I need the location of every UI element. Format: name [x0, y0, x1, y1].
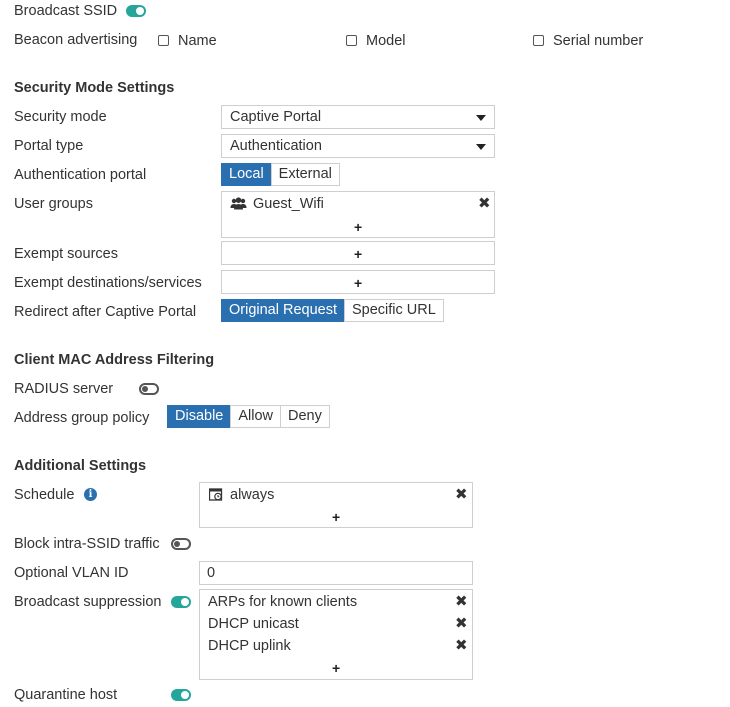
suppression-item: DHCP uplink: [208, 638, 291, 654]
policy-deny-button[interactable]: Deny: [280, 405, 330, 428]
mac-filtering-section-heading: Client MAC Address Filtering: [14, 352, 215, 368]
portal-type-select[interactable]: Authentication: [221, 134, 495, 158]
schedule-icon: [209, 488, 223, 501]
chevron-down-icon: [476, 144, 486, 150]
schedule-item: always: [230, 487, 275, 503]
radius-server-toggle[interactable]: [139, 383, 159, 395]
beacon-model-label: Model: [366, 33, 406, 49]
quarantine-host-toggle[interactable]: [171, 689, 191, 701]
broadcast-ssid-toggle[interactable]: [126, 5, 146, 17]
broadcast-suppression-field[interactable]: ARPs for known clients ✖ DHCP unicast ✖ …: [199, 589, 473, 680]
beacon-model-checkbox[interactable]: [346, 35, 357, 46]
redirect-specific-url-button[interactable]: Specific URL: [344, 299, 444, 322]
broadcast-ssid-label: Broadcast SSID: [14, 3, 118, 19]
add-exempt-source-button[interactable]: +: [354, 247, 362, 261]
vlan-id-label: Optional VLAN ID: [14, 565, 129, 581]
schedule-label: Schedule: [14, 487, 75, 503]
vlan-id-input[interactable]: 0: [199, 561, 473, 585]
beacon-name-label: Name: [178, 33, 217, 49]
close-icon[interactable]: ✖: [455, 638, 468, 653]
add-schedule-button[interactable]: +: [332, 510, 340, 524]
auth-portal-toggle-group: Local External: [221, 163, 340, 186]
quarantine-host-label: Quarantine host: [14, 687, 118, 703]
policy-disable-button[interactable]: Disable: [167, 405, 232, 428]
exempt-sources-label: Exempt sources: [14, 246, 118, 262]
users-icon: [230, 197, 247, 210]
security-mode-label: Security mode: [14, 109, 107, 125]
security-mode-select[interactable]: Captive Portal: [221, 105, 495, 129]
portal-type-value: Authentication: [230, 138, 322, 154]
close-icon[interactable]: ✖: [455, 487, 468, 502]
auth-portal-local-button[interactable]: Local: [221, 163, 272, 186]
beacon-name-checkbox[interactable]: [158, 35, 169, 46]
suppression-item: ARPs for known clients: [208, 594, 358, 610]
info-icon[interactable]: i: [84, 488, 97, 501]
schedule-field[interactable]: always ✖ +: [199, 482, 473, 528]
radius-server-label: RADIUS server: [14, 381, 114, 397]
beacon-advertising-label: Beacon advertising: [14, 32, 138, 48]
exempt-destinations-field[interactable]: +: [221, 270, 495, 294]
redirect-original-request-button[interactable]: Original Request: [221, 299, 345, 322]
close-icon[interactable]: ✖: [478, 196, 491, 211]
broadcast-suppression-toggle[interactable]: [171, 596, 191, 608]
close-icon[interactable]: ✖: [455, 594, 468, 609]
auth-portal-label: Authentication portal: [14, 167, 147, 183]
user-groups-field[interactable]: Guest_Wifi ✖ +: [221, 191, 495, 238]
redirect-label: Redirect after Captive Portal: [14, 304, 197, 320]
close-icon[interactable]: ✖: [455, 616, 468, 631]
policy-allow-button[interactable]: Allow: [230, 405, 282, 428]
exempt-sources-field[interactable]: +: [221, 241, 495, 265]
security-mode-value: Captive Portal: [230, 109, 322, 125]
suppression-item: DHCP unicast: [208, 616, 299, 632]
redirect-toggle-group: Original Request Specific URL: [221, 299, 444, 322]
auth-portal-external-button[interactable]: External: [270, 163, 340, 186]
address-group-policy-label: Address group policy: [14, 410, 150, 426]
add-user-group-button[interactable]: +: [354, 220, 362, 234]
add-exempt-destination-button[interactable]: +: [354, 276, 362, 290]
address-group-policy-toggle-group: Disable Allow Deny: [167, 405, 330, 428]
beacon-serial-label: Serial number: [553, 33, 644, 49]
broadcast-suppression-label: Broadcast suppression: [14, 594, 162, 610]
user-groups-label: User groups: [14, 196, 93, 212]
block-intra-ssid-toggle[interactable]: [171, 538, 191, 550]
beacon-serial-checkbox[interactable]: [533, 35, 544, 46]
block-intra-ssid-label: Block intra-SSID traffic: [14, 536, 160, 552]
additional-section-heading: Additional Settings: [14, 458, 147, 474]
security-section-heading: Security Mode Settings: [14, 80, 175, 96]
chevron-down-icon: [476, 115, 486, 121]
user-group-item: Guest_Wifi: [253, 196, 324, 212]
add-suppression-button[interactable]: +: [332, 661, 340, 675]
portal-type-label: Portal type: [14, 138, 84, 154]
exempt-destinations-label: Exempt destinations/services: [14, 275, 202, 291]
